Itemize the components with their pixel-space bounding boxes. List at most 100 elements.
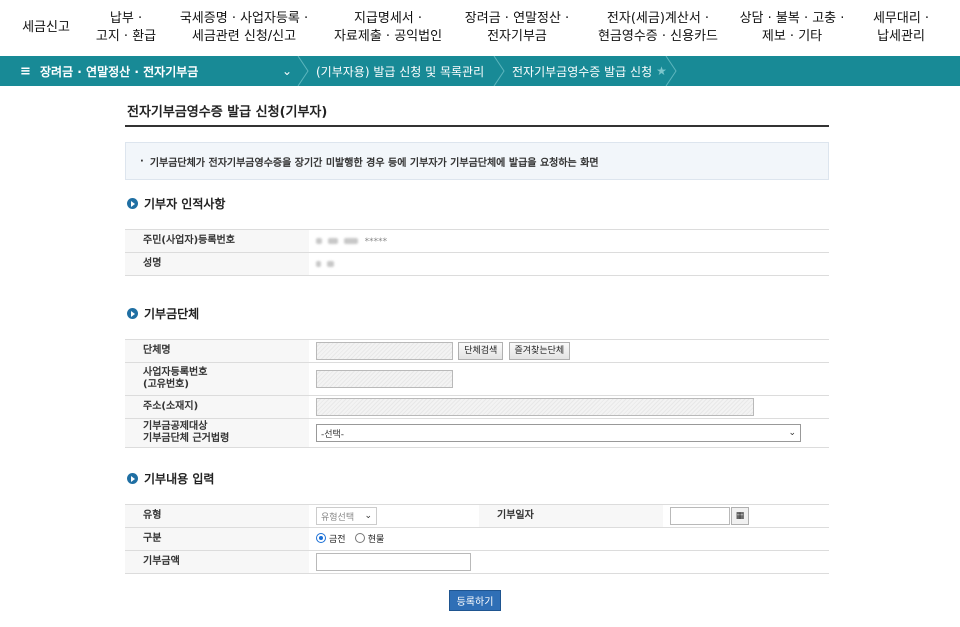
- business-number-cell: [309, 362, 829, 396]
- field-label: 주민(사업자)등록번호: [125, 229, 309, 253]
- nav-item-tax-agent[interactable]: 세무대리 · 납세관리: [866, 0, 936, 56]
- nav-label: 제보 · 기타: [761, 29, 823, 44]
- table-row: 단체명 단체검색 즐겨찾는단체: [125, 339, 829, 363]
- chevron-down-icon: ⌄: [788, 428, 796, 438]
- nav-item-tax-filing[interactable]: 세금신고: [18, 0, 74, 56]
- donation-amount-input[interactable]: [316, 553, 471, 571]
- nav-item-e-invoice[interactable]: 전자(세금)계산서 · 현금영수증 · 신용카드: [594, 0, 722, 56]
- category-radio-goods[interactable]: 현물: [354, 532, 385, 545]
- nav-label: 지급명세서 ·: [353, 11, 423, 26]
- radio-selected-icon: [316, 533, 326, 544]
- field-label-line: 기부금단체 근거법령: [143, 433, 230, 444]
- donation-type-cell: 유형선택 ⌄: [309, 504, 479, 528]
- nav-item-consultation[interactable]: 상담 · 불복 · 고충 · 제보 · 기타: [734, 0, 850, 56]
- address-input[interactable]: [316, 398, 754, 416]
- nav-label: 세금관련 신청/신고: [191, 29, 297, 44]
- breadcrumb: ≡ 장려금 · 연말정산 · 전자기부금 ⌄ (기부자용) 발급 신청 및 목록…: [0, 56, 960, 86]
- nav-item-payment[interactable]: 납부 · 고지 · 환급: [92, 0, 160, 56]
- nav-label: 고지 · 환급: [95, 29, 157, 44]
- masked-suffix: *****: [364, 236, 388, 247]
- register-button[interactable]: 등록하기: [449, 590, 501, 611]
- nav-label: 납부 ·: [109, 11, 143, 26]
- business-number-input[interactable]: [316, 370, 453, 388]
- breadcrumb-item-label: 전자기부금영수증 발급 신청: [512, 64, 653, 79]
- donation-date-input[interactable]: [670, 507, 730, 525]
- radio-unselected-icon: [354, 533, 365, 544]
- select-value: 유형선택: [321, 512, 355, 523]
- nav-label: 세금신고: [22, 20, 70, 35]
- legal-basis-select[interactable]: -선택- ⌄: [316, 424, 801, 442]
- nav-label: 국세증명 · 사업자등록 ·: [179, 11, 309, 26]
- redacted-text: [316, 237, 322, 244]
- breadcrumb-separator-icon: [493, 56, 505, 86]
- field-label: 기부금액: [125, 550, 309, 574]
- title-divider: [125, 125, 829, 127]
- field-label: 구분: [125, 527, 309, 551]
- field-label-line: 사업자등록번호: [143, 367, 208, 378]
- breadcrumb-menu[interactable]: ≡ 장려금 · 연말정산 · 전자기부금: [20, 56, 198, 86]
- section-heading-organization: 기부금단체: [127, 305, 199, 322]
- field-label: 사업자등록번호 (고유번호): [125, 362, 309, 396]
- breadcrumb-item-current: 전자기부금영수증 발급 신청 ★: [512, 56, 667, 86]
- category-radio-cash[interactable]: 금전: [316, 532, 346, 545]
- table-row: 유형 유형선택 ⌄ 기부일자 ▦: [125, 504, 829, 528]
- category-cell: 금전 현물: [309, 527, 829, 551]
- breadcrumb-item-issue-list[interactable]: (기부자용) 발급 신청 및 목록관리: [316, 56, 484, 86]
- field-label: 단체명: [125, 339, 309, 363]
- donation-table: 유형 유형선택 ⌄ 기부일자 ▦ 구분 금전 현물 기부금액: [125, 504, 829, 574]
- field-label: 기부일자: [479, 504, 663, 528]
- notice-box: · 기부금단체가 전자기부금영수증을 장기간 미발행한 경우 등에 기부자가 기…: [125, 142, 829, 180]
- field-label-line: (고유번호): [143, 379, 189, 390]
- notice-text: 기부금단체가 전자기부금영수증을 장기간 미발행한 경우 등에 기부자가 기부금…: [149, 157, 599, 169]
- nav-item-payment-statements[interactable]: 지급명세서 · 자료제출 · 공익법인: [330, 0, 446, 56]
- nav-label: 전자기부금: [487, 29, 547, 44]
- radio-label: 금전: [329, 534, 346, 545]
- organization-name-cell: 단체검색 즐겨찾는단체: [309, 339, 829, 363]
- select-value: -선택-: [321, 429, 345, 440]
- donation-type-select[interactable]: 유형선택 ⌄: [316, 507, 377, 525]
- redacted-text: [327, 260, 335, 267]
- section-heading-label: 기부금단체: [144, 307, 200, 321]
- legal-basis-cell: -선택- ⌄: [309, 418, 829, 448]
- donor-name-value: [309, 252, 829, 276]
- address-cell: [309, 395, 829, 419]
- section-bullet-icon: [127, 198, 138, 209]
- table-row: 주민(사업자)등록번호 *****: [125, 229, 829, 253]
- nav-item-certificates[interactable]: 국세증명 · 사업자등록 · 세금관련 신청/신고: [172, 0, 316, 56]
- page-title: 전자기부금영수증 발급 신청(기부자): [127, 105, 328, 120]
- nav-label: 세무대리 ·: [872, 11, 930, 26]
- section-heading-label: 기부자 인적사항: [144, 197, 226, 211]
- redacted-text: [316, 260, 321, 267]
- nav-label: 현금영수증 · 신용카드: [597, 29, 719, 44]
- donor-info-table: 주민(사업자)등록번호 ***** 성명: [125, 229, 829, 276]
- organization-search-button[interactable]: 단체검색: [458, 342, 504, 360]
- top-navigation: 세금신고 납부 · 고지 · 환급 국세증명 · 사업자등록 · 세금관련 신청…: [0, 0, 960, 56]
- organization-table: 단체명 단체검색 즐겨찾는단체 사업자등록번호 (고유번호) 주소(소재지) 기…: [125, 339, 829, 448]
- table-row: 기부금공제대상 기부금단체 근거법령 -선택- ⌄: [125, 418, 829, 448]
- organization-name-input[interactable]: [316, 342, 453, 360]
- field-label: 주소(소재지): [125, 395, 309, 419]
- amount-cell: [309, 550, 829, 574]
- nav-label: 상담 · 불복 · 고충 ·: [739, 11, 845, 26]
- nav-label: 전자(세금)계산서 ·: [606, 11, 710, 26]
- section-heading-label: 기부내용 입력: [144, 472, 215, 486]
- radio-label: 현물: [367, 534, 385, 545]
- nav-label: 장려금 · 연말정산 ·: [464, 11, 570, 26]
- table-row: 사업자등록번호 (고유번호): [125, 362, 829, 396]
- section-heading-donation: 기부내용 입력: [127, 470, 214, 487]
- table-row: 주소(소재지): [125, 395, 829, 419]
- resident-number-value: *****: [309, 229, 829, 253]
- chevron-down-icon: ⌄: [364, 511, 372, 521]
- field-label: 기부금공제대상 기부금단체 근거법령: [125, 418, 309, 448]
- field-label: 성명: [125, 252, 309, 276]
- chevron-down-icon[interactable]: ⌄: [282, 56, 292, 86]
- field-label-line: 기부금공제대상: [143, 421, 208, 432]
- breadcrumb-item-label: (기부자용) 발급 신청 및 목록관리: [316, 64, 485, 79]
- section-heading-donor: 기부자 인적사항: [127, 195, 225, 212]
- donation-date-cell: ▦: [663, 504, 829, 528]
- nav-item-incentives[interactable]: 장려금 · 연말정산 · 전자기부금: [458, 0, 576, 56]
- breadcrumb-menu-label: 장려금 · 연말정산 · 전자기부금: [40, 64, 199, 79]
- favorite-organizations-button[interactable]: 즐겨찾는단체: [508, 342, 571, 360]
- calendar-icon[interactable]: ▦: [731, 507, 749, 525]
- nav-label: 납세관리: [877, 29, 925, 44]
